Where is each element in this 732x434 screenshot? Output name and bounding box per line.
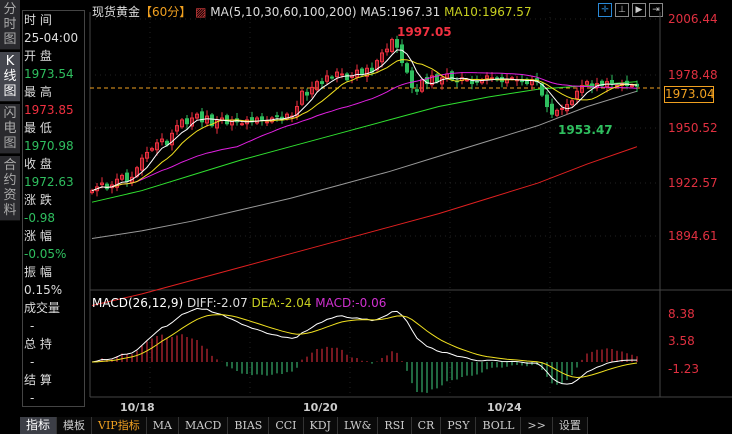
- ma200-line: [91, 146, 638, 306]
- indicator-tab[interactable]: >>: [521, 417, 553, 434]
- candle-body: [330, 76, 334, 79]
- price-tick: 2006.44: [668, 12, 718, 26]
- candle-body: [610, 80, 614, 85]
- candle-body: [240, 123, 244, 126]
- indicator-tab[interactable]: BIAS: [228, 417, 270, 434]
- macd-value: MACD:-0.06: [315, 296, 387, 310]
- macd-header: MACD(26,12,9) DIFF:-2.07 DEA:-2.04 MACD:…: [92, 296, 386, 310]
- time-label: 10/18: [120, 401, 155, 414]
- indicator-tab[interactable]: PSY: [441, 417, 477, 434]
- indicator-tab[interactable]: VIP指标: [92, 417, 147, 434]
- candle-body: [475, 80, 479, 83]
- candle-body: [275, 115, 279, 118]
- time-label: 10/24: [487, 401, 522, 414]
- candle-body: [340, 73, 344, 76]
- indicator-tab[interactable]: RSI: [378, 417, 412, 434]
- candle-body: [345, 73, 349, 81]
- macd-tick: 8.38: [668, 307, 695, 321]
- low-annotation: 1953.47: [558, 123, 613, 137]
- price-tick: 1922.57: [668, 176, 718, 190]
- high-annotation: 1997.05: [397, 25, 452, 39]
- macd-name[interactable]: MACD(26,12,9): [92, 296, 183, 310]
- candle-body: [185, 118, 189, 125]
- price-tick: 1894.61: [668, 229, 718, 243]
- candle-body: [510, 77, 514, 80]
- ma10-line: [91, 59, 638, 192]
- indicator-tab[interactable]: 模板: [57, 417, 93, 434]
- candle-body: [395, 39, 399, 48]
- candle-body: [560, 107, 564, 110]
- macd-diff: DIFF:-2.07: [186, 296, 248, 310]
- indicator-tab[interactable]: 指标: [20, 417, 58, 434]
- candle-body: [405, 63, 409, 73]
- last-price-box: 1973.04: [664, 86, 715, 103]
- indicator-tab-bar: 指标 模板 VIP指标 MA MACD BIAS CCI KDJ LW& RSI CR PSY BOLL…: [20, 417, 588, 434]
- candle-body: [415, 89, 419, 92]
- candle-body: [545, 94, 549, 108]
- candle-body: [200, 111, 204, 123]
- indicator-tab[interactable]: BOLL: [476, 417, 522, 434]
- time-label: 10/20: [303, 401, 338, 414]
- indicator-tab[interactable]: KDJ: [304, 417, 338, 434]
- candle-body: [550, 103, 554, 115]
- macd-tick: 3.58: [668, 334, 695, 348]
- indicator-tab[interactable]: LW&: [338, 417, 379, 434]
- candle-body: [360, 68, 364, 75]
- candle-body: [265, 121, 269, 124]
- dea-line: [91, 314, 638, 378]
- price-tick: 1950.52: [668, 121, 718, 135]
- macd-tick: -1.23: [668, 362, 699, 376]
- price-tick: 1978.48: [668, 68, 718, 82]
- indicator-tab[interactable]: 设置: [553, 417, 588, 434]
- candle-body: [105, 183, 109, 190]
- candle-body: [320, 81, 324, 85]
- indicator-tab[interactable]: MA: [147, 417, 179, 434]
- indicator-tab[interactable]: MACD: [179, 417, 229, 434]
- indicator-tab[interactable]: CCI: [269, 417, 304, 434]
- candle-body: [125, 172, 129, 182]
- candle-body: [305, 91, 309, 96]
- indicator-tab[interactable]: CR: [412, 417, 442, 434]
- candle-body: [260, 116, 264, 121]
- macd-dea: DEA:-2.04: [251, 296, 312, 310]
- kline-chart[interactable]: 2006.44 1978.48 1950.52 1922.57 1894.61 8.38 3…: [0, 0, 732, 434]
- ma5-line: [91, 49, 638, 192]
- candle-body: [410, 70, 414, 88]
